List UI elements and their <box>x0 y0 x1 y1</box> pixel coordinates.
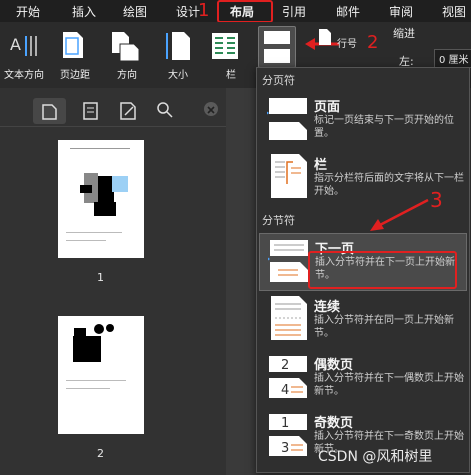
menu-item-title: 连续 <box>314 300 341 315</box>
menu-item-title: 偶数页 <box>314 358 354 373</box>
red-arrow-icon <box>370 198 429 231</box>
svg-text:A: A <box>10 35 21 54</box>
orientation-icon[interactable] <box>110 30 140 62</box>
menu-item-desc: 插入分节符并在下一偶数页上开始新节。 <box>314 373 464 397</box>
navigation-pane: 1 2 <box>0 88 226 475</box>
menu-item-desc: 插入分节符并在同一页上开始新节。 <box>314 315 454 339</box>
tab-mailings[interactable]: 邮件 <box>336 3 360 20</box>
tab-review[interactable]: 审阅 <box>389 3 413 20</box>
highlight-next-page-desc <box>308 251 457 289</box>
tab-design[interactable]: 设计 <box>176 3 200 20</box>
even-page-break-icon: 24 <box>269 356 307 398</box>
menu-item-title: 页面 <box>314 100 341 115</box>
tab-insert[interactable]: 插入 <box>72 3 96 20</box>
close-icon <box>207 106 215 114</box>
indent-left-input[interactable]: 0 厘米 <box>434 49 471 68</box>
svg-text:2: 2 <box>281 358 289 373</box>
indent-label: 缩进 <box>393 27 415 40</box>
annotation-1: 1 <box>198 0 210 21</box>
line-numbers-icon[interactable] <box>318 28 332 46</box>
odd-page-break-icon: 13 <box>269 414 307 456</box>
tab-view[interactable]: 视图 <box>442 3 466 20</box>
breaks-button[interactable] <box>258 26 296 68</box>
menu-item-page[interactable]: 页面 标记一页结束与下一页开始的位置。 <box>259 92 465 148</box>
tab-draw[interactable]: 绘图 <box>123 3 147 20</box>
page-thumbnail-1[interactable] <box>58 140 144 258</box>
columns-label: 栏 <box>226 70 236 81</box>
annotation-3: 3 <box>430 188 443 212</box>
continuous-break-icon <box>271 296 307 340</box>
tab-home[interactable]: 开始 <box>16 3 40 20</box>
svg-text:1: 1 <box>281 416 289 431</box>
search-icon[interactable] <box>156 101 174 119</box>
highlight-layout-tab <box>217 0 273 23</box>
menu-item-desc: 标记一页结束与下一页开始的位置。 <box>314 115 454 139</box>
margins-label: 页边距 <box>60 70 90 81</box>
next-page-break-icon <box>268 240 308 282</box>
columns-icon[interactable] <box>211 32 239 60</box>
section-breaks-header: 分节符 <box>262 214 295 227</box>
menu-item-title: 栏 <box>314 158 328 173</box>
headings-icon[interactable] <box>82 102 100 120</box>
size-label: 大小 <box>168 70 188 81</box>
page-break-icon <box>264 31 290 63</box>
page-breaks-header: 分页符 <box>262 74 295 87</box>
close-pane-button[interactable] <box>204 102 218 116</box>
pages-icon <box>42 104 57 120</box>
page-number-1: 1 <box>97 271 104 284</box>
text-direction-label: 文本方向 <box>4 70 44 81</box>
page-break-icon <box>267 98 307 140</box>
page-number-2: 2 <box>97 447 104 460</box>
breaks-dropdown: 分页符 页面 标记一页结束与下一页开始的位置。 栏 指示分栏符后面的文字将从下一… <box>256 67 470 473</box>
line-numbers-label[interactable]: 行号 <box>337 35 357 50</box>
svg-text:3: 3 <box>281 441 289 456</box>
menu-item-title: 奇数页 <box>314 416 354 431</box>
thumbnails-tab[interactable] <box>33 98 66 124</box>
orientation-label: 方向 <box>117 70 137 81</box>
margins-icon[interactable] <box>60 30 86 60</box>
size-icon[interactable] <box>164 30 192 62</box>
menu-item-continuous[interactable]: 连续 插入分节符并在同一页上开始新节。 <box>259 292 465 348</box>
reviewing-icon[interactable] <box>119 102 137 120</box>
tab-references[interactable]: 引用 <box>282 3 306 20</box>
svg-text:4: 4 <box>281 383 289 398</box>
menu-item-even-page[interactable]: 24 偶数页 插入分节符并在下一偶数页上开始新节。 <box>259 350 465 406</box>
annotation-2: 2 <box>367 32 379 53</box>
text-direction-icon[interactable]: A <box>10 32 40 60</box>
indent-left-value: 0 厘米 <box>439 55 469 66</box>
divider <box>0 126 226 127</box>
watermark: CSDN @风和树里 <box>318 449 433 465</box>
page-thumbnail-2[interactable] <box>58 316 144 434</box>
column-break-icon <box>271 154 307 198</box>
